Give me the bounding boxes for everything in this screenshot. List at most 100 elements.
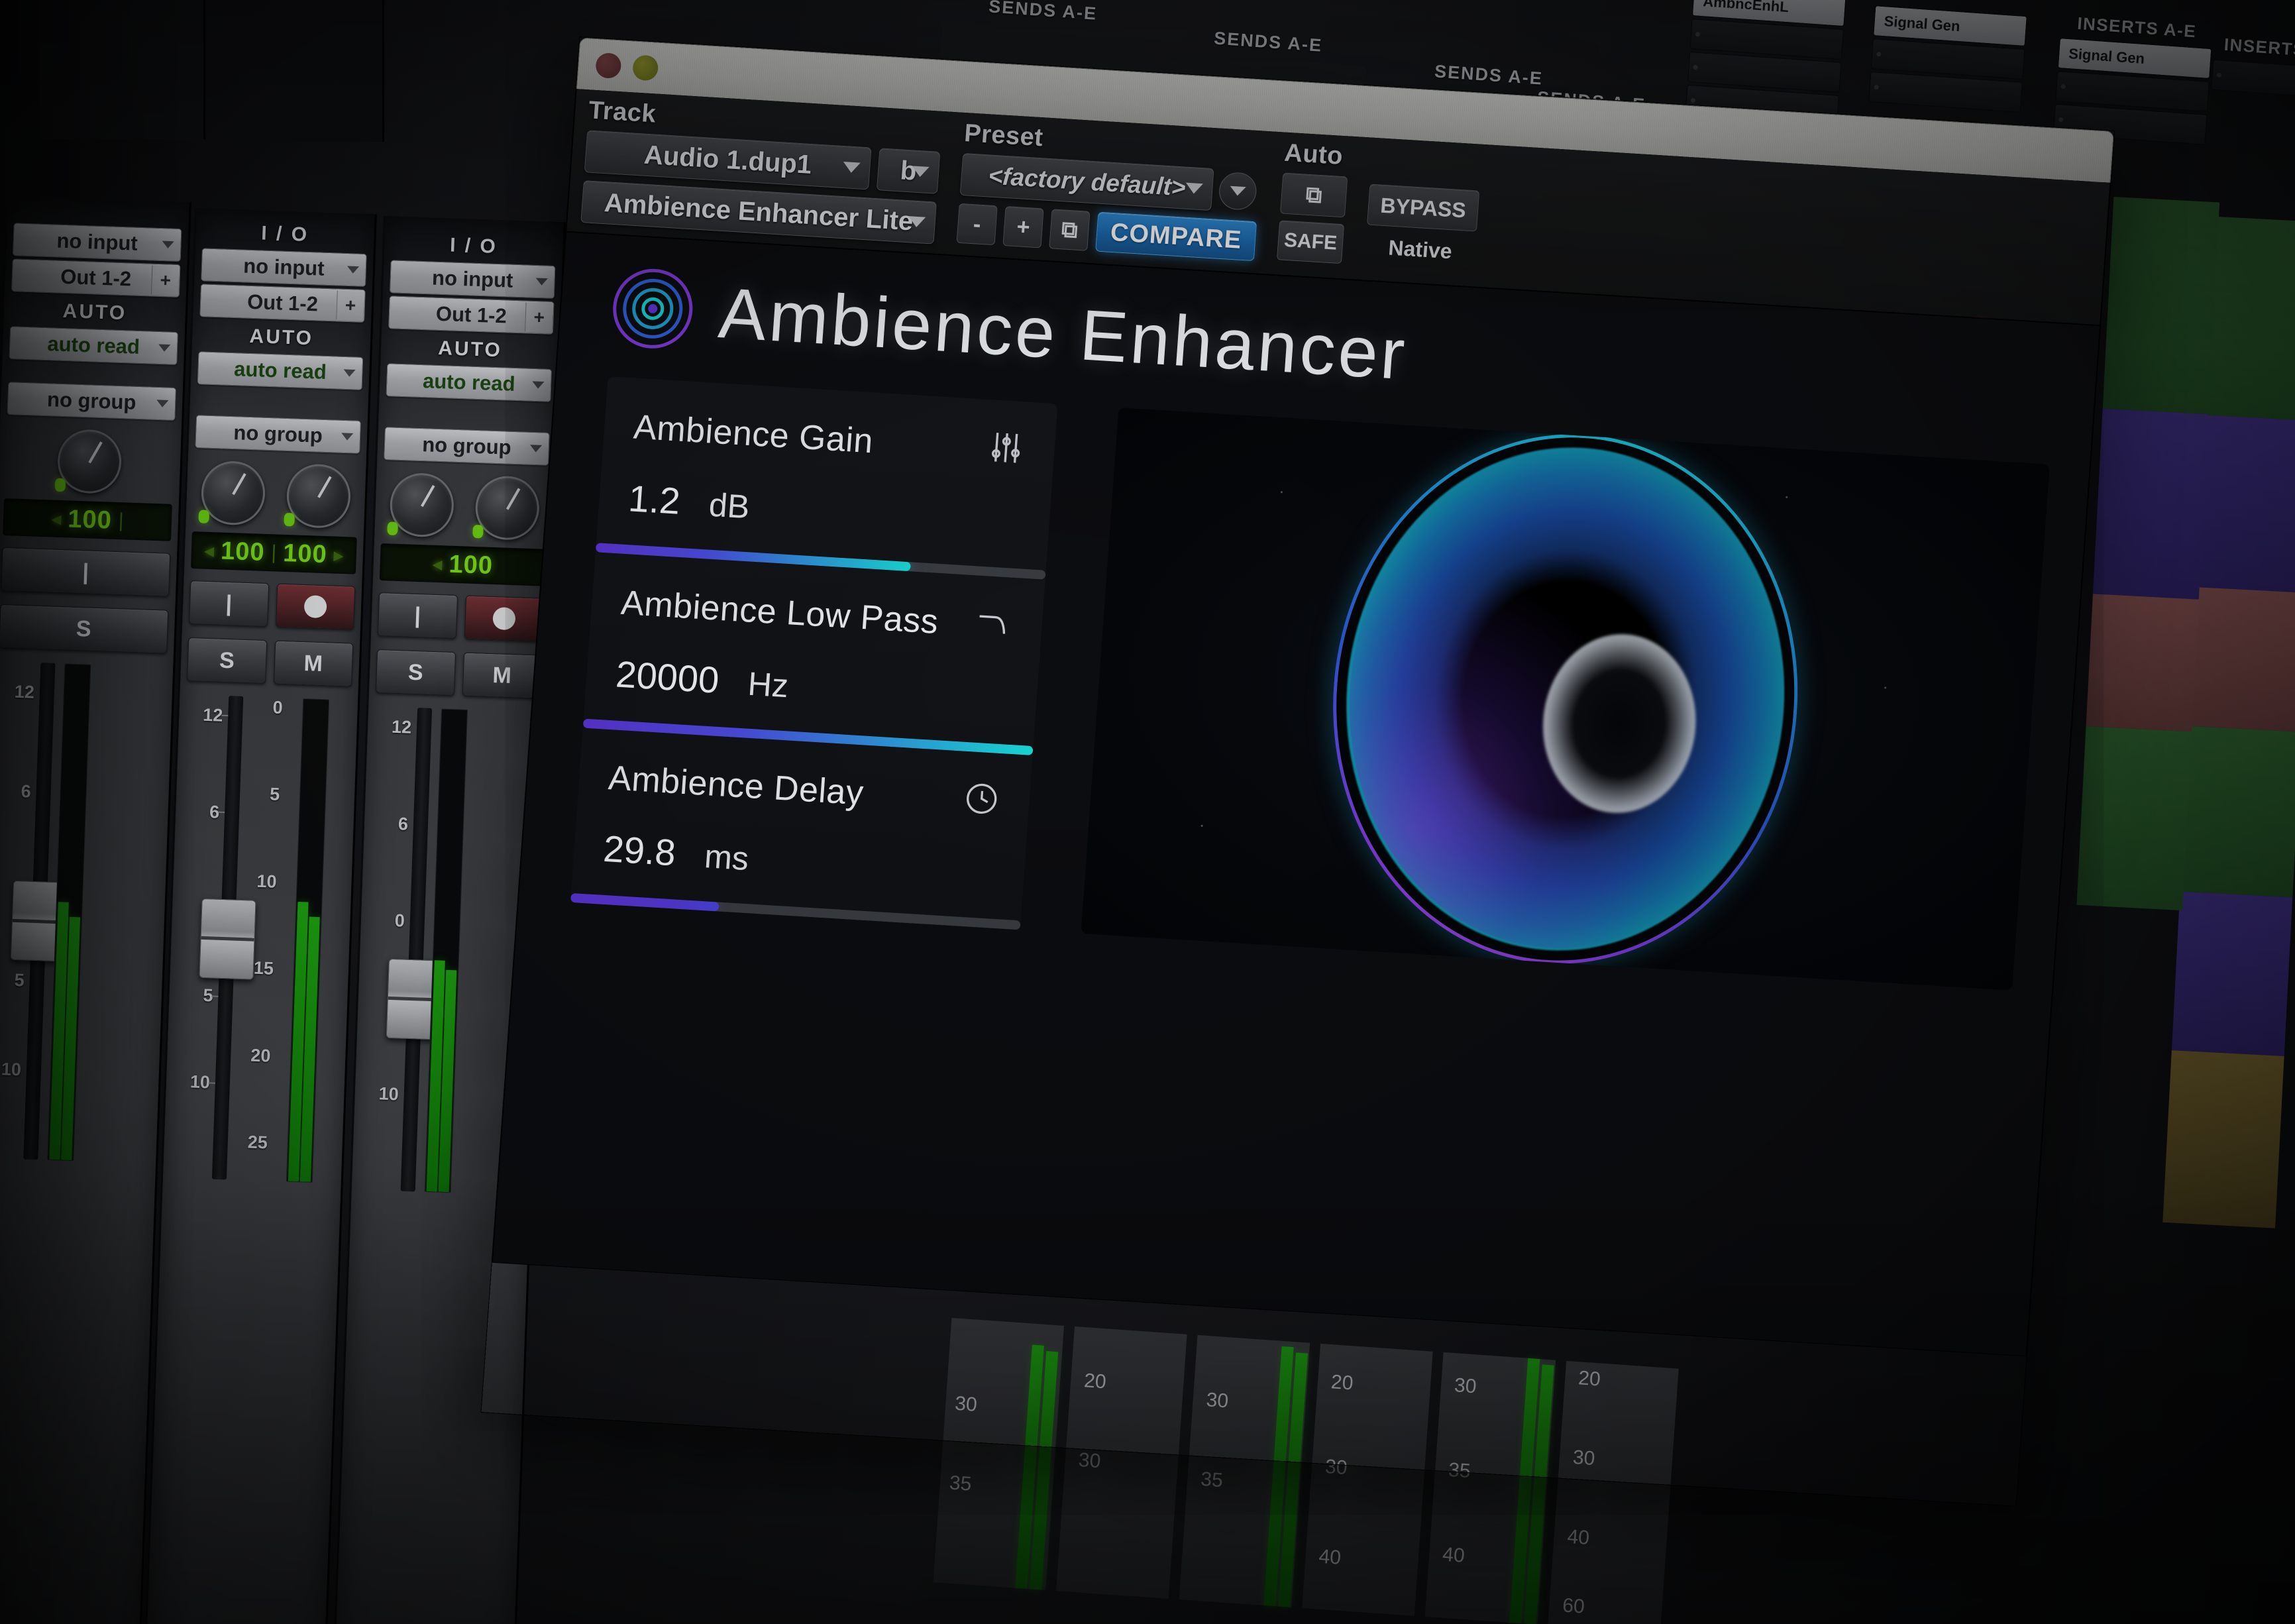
param-unit: dB — [708, 486, 751, 526]
track-letter-selector[interactable]: b — [876, 148, 941, 194]
insert-slot-group-4[interactable]: INSERTS A-E — [2204, 29, 2295, 103]
insert-slot-label: Signal Gen — [1883, 13, 1961, 35]
preset-column: Preset <factory default> - + ⧉ COMPARE — [956, 119, 1263, 262]
param-ambience-low-pass: Ambience Low Pass 20000 Hz — [584, 552, 1045, 746]
plugin-window: Track Audio 1.dup1 b Ambience Enhancer L… — [482, 37, 2115, 1505]
plugin-selector-value: Ambience Enhancer Lite — [603, 188, 914, 237]
pan-knob-left[interactable] — [387, 472, 455, 538]
param-ambience-delay: Ambience Delay 29.8 ms — [571, 728, 1033, 921]
input-selector[interactable]: no input — [201, 248, 367, 287]
fader-section[interactable]: 12 6 0 5 10 — [0, 654, 174, 1164]
pan-knob-right[interactable] — [284, 463, 352, 529]
group-selector[interactable]: no group — [195, 415, 361, 454]
pan-knob-left[interactable] — [54, 428, 123, 495]
solo-mute-row[interactable]: S M — [180, 631, 360, 694]
record-monitor-row[interactable]: | — [0, 541, 178, 604]
pan-decrement-icon[interactable]: ◂ — [203, 539, 215, 563]
pan-knob-row[interactable] — [186, 451, 366, 532]
preset-menu-button[interactable] — [1218, 171, 1258, 211]
preset-copy-button[interactable]: ⧉ — [1049, 209, 1091, 251]
pan-right-value: 100 — [282, 539, 328, 568]
faders-icon — [985, 427, 1026, 471]
clock-icon — [961, 779, 1001, 822]
pan-knob-row[interactable] — [374, 462, 555, 544]
input-monitor-button[interactable]: | — [377, 592, 458, 639]
level-meter — [424, 708, 468, 1193]
solo-button[interactable]: S — [187, 637, 267, 684]
plugin-panels: Ambience Gain 1.2 dB Ambience Low Pass 2… — [519, 344, 2092, 993]
bypass-column: BYPASS Native — [1364, 144, 1482, 266]
minimize-button[interactable] — [631, 54, 659, 81]
insert-slot-label: AmbncEnhL — [1702, 0, 1789, 16]
param-ambience-gain: Ambience Gain 1.2 dB — [596, 376, 1058, 570]
automation-enable-button[interactable]: ⧉ — [1279, 172, 1348, 218]
mute-button[interactable]: M — [462, 652, 543, 699]
automation-mode-selector[interactable]: auto read — [9, 326, 178, 365]
solo-button[interactable]: S — [375, 649, 456, 696]
parameter-panel: Ambience Gain 1.2 dB Ambience Low Pass 2… — [570, 376, 1058, 930]
insert-slot-group-2[interactable]: Signal Gen — [1862, 2, 2034, 115]
preset-previous-button[interactable]: - — [956, 203, 998, 246]
pan-knob-right[interactable] — [472, 475, 541, 541]
record-monitor-row[interactable]: | — [371, 586, 551, 649]
group-selector[interactable]: no group — [7, 382, 177, 421]
native-label: Native — [1387, 235, 1453, 264]
automation-mode-selector[interactable]: auto read — [197, 351, 364, 390]
solo-mute-row[interactable]: S M — [369, 643, 549, 706]
auto-section-label: AUTO — [437, 337, 503, 362]
compare-button[interactable]: COMPARE — [1095, 211, 1257, 262]
solo-mute-row[interactable]: S — [0, 598, 176, 661]
group-selector[interactable]: no group — [384, 427, 550, 466]
plugin-body: Ambience Enhancer Ambience Gain 1.2 dB A… — [492, 231, 2101, 1357]
solo-button[interactable]: S — [0, 604, 169, 654]
track-selector-value: Audio 1.dup1 — [643, 140, 813, 180]
record-arm-button[interactable] — [464, 595, 545, 642]
pan-value-display: ◂ 100 | — [3, 498, 172, 541]
param-unit: ms — [703, 838, 750, 878]
input-monitor-button[interactable]: | — [1, 547, 171, 597]
pan-increment-icon[interactable]: ▸ — [333, 543, 344, 567]
preset-next-button[interactable]: + — [1002, 206, 1044, 248]
pan-decrement-icon[interactable]: ◂ — [432, 552, 443, 576]
lowpass-curve-icon — [973, 603, 1014, 647]
insert-slot-group-3[interactable]: INSERTS A-E Signal Gen — [2047, 8, 2221, 148]
mute-button[interactable]: M — [273, 640, 354, 687]
param-unit: Hz — [746, 665, 790, 705]
input-monitor-button[interactable]: | — [189, 580, 269, 627]
concentric-rings-icon — [610, 266, 696, 351]
close-button[interactable] — [595, 52, 622, 79]
io-section-label: I / O — [260, 222, 309, 246]
param-value[interactable]: 29.8 — [602, 827, 677, 874]
pan-left-value: 100 — [67, 504, 113, 535]
track-column: Track Audio 1.dup1 b Ambience Enhancer L… — [580, 96, 943, 244]
insert-slot-label: Signal Gen — [2068, 45, 2145, 68]
pan-value-display: ◂ 100 | 100 ▸ — [191, 531, 357, 574]
record-arm-button[interactable] — [275, 583, 356, 630]
auto-column: Auto ⧉ SAFE — [1276, 138, 1350, 264]
safe-button[interactable]: SAFE — [1276, 220, 1345, 264]
output-selector[interactable]: Out 1-2 + — [388, 296, 555, 335]
fader-section[interactable]: 12 6 0 5 10 0 5 10 15 20 25 — [163, 688, 358, 1184]
param-value[interactable]: 20000 — [614, 653, 721, 702]
input-selector[interactable]: no input — [389, 260, 556, 299]
input-selector[interactable]: no input — [12, 223, 182, 262]
preset-selector-value: <factory default> — [987, 162, 1187, 201]
auto-section-label: Auto — [1283, 138, 1344, 170]
preset-selector[interactable]: <factory default> — [959, 152, 1214, 211]
pan-separator: | — [270, 541, 277, 564]
auto-section-label: AUTO — [62, 299, 127, 325]
pan-knob-left[interactable] — [198, 460, 266, 526]
pan-left-value: 100 — [448, 550, 494, 580]
bypass-button[interactable]: BYPASS — [1367, 184, 1480, 232]
pan-decrement-icon[interactable]: ◂ — [51, 507, 62, 531]
automation-mode-selector[interactable]: auto read — [386, 363, 553, 402]
pan-left-value: 100 — [220, 537, 266, 567]
pan-value-display: ◂ 100 — [379, 543, 546, 586]
pan-separator: | — [118, 510, 125, 532]
record-monitor-row[interactable]: | — [182, 574, 362, 637]
output-selector[interactable]: Out 1-2 + — [11, 258, 181, 298]
param-value[interactable]: 1.2 — [627, 476, 682, 523]
pan-knob-row[interactable] — [0, 417, 182, 499]
ambience-orb-visualizer — [1081, 407, 2050, 991]
output-selector[interactable]: Out 1-2 + — [199, 284, 366, 323]
